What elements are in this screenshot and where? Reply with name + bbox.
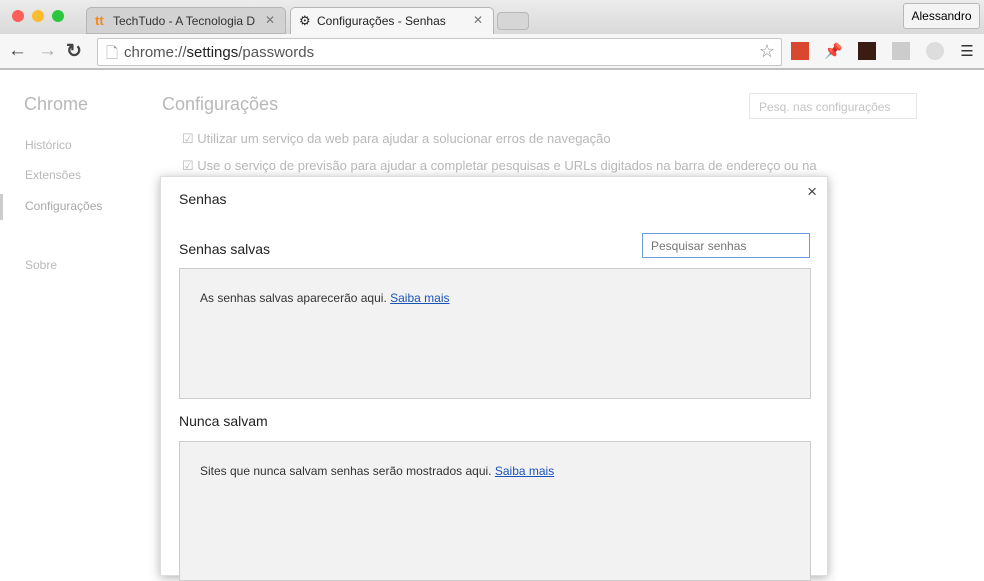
learn-more-link[interactable]: Saiba mais [390,291,449,305]
new-tab-button[interactable] [497,12,529,30]
never-saved-list: Sites que nunca salvam senhas serão most… [179,441,811,581]
minimize-window-button[interactable] [32,10,44,22]
page-icon: 🗋 [106,45,119,62]
profile-button[interactable]: Alessandro [903,3,980,29]
tab-label: Configurações - Senhas [317,14,446,28]
extension-icon[interactable] [892,42,910,60]
address-bar[interactable]: 🗋 chrome://settings/passwords ☆ [97,38,782,66]
option-row[interactable]: ☑ Utilizar um serviço da web para ajudar… [182,131,611,147]
learn-more-link[interactable]: Saiba mais [495,464,554,478]
close-window-button[interactable] [12,10,24,22]
settings-search-input[interactable]: Pesq. nas configurações [749,93,917,119]
extension-icon[interactable] [791,42,809,60]
password-search-input[interactable] [642,233,810,258]
sidebar-item-extensions[interactable]: Extensões [25,168,81,182]
title-bar: tt TechTudo - A Tecnologia D ✕ ⚙ Configuraç… [0,0,984,34]
menu-icon[interactable]: ☰ [958,42,976,60]
back-icon[interactable]: ← [8,40,27,62]
sidebar-item-settings[interactable]: Configurações [25,199,102,213]
tab-settings[interactable]: ⚙ Configurações - Senhas ✕ [290,7,494,34]
url-prefix: chrome:// [124,44,187,61]
sidebar-item-history[interactable]: Histórico [25,138,72,152]
saved-passwords-list: As senhas salvas aparecerão aqui. Saiba … [179,268,811,399]
extension-icon[interactable] [858,42,876,60]
close-tab-icon[interactable]: ✕ [265,13,275,27]
sidebar-item-about[interactable]: Sobre [25,258,57,272]
star-icon[interactable]: ☆ [759,41,775,62]
page-title: Configurações [162,94,279,114]
never-saved-heading: Nunca salvam [179,413,268,429]
url-host: settings [186,44,239,61]
reload-icon[interactable]: ↻ [66,40,82,63]
extension-icon[interactable] [926,42,944,60]
never-empty-text: Sites que nunca salvam senhas serão most… [200,464,492,478]
option-row[interactable]: ☑ Use o serviço de previsão para ajudar … [182,158,817,174]
tab-techtudo[interactable]: tt TechTudo - A Tecnologia D ✕ [86,7,286,34]
dialog-title: Senhas [179,191,227,207]
close-tab-icon[interactable]: ✕ [473,13,483,27]
passwords-dialog: Senhas × Senhas salvas As senhas salvas … [160,176,828,581]
option-label: Utilizar um serviço da web para ajudar a… [197,131,611,146]
maximize-window-button[interactable] [52,10,64,22]
url-path: /passwords [238,44,315,61]
saved-passwords-heading: Senhas salvas [179,241,271,257]
tab-label: TechTudo - A Tecnologia D [113,14,256,28]
forward-icon[interactable]: → [38,40,57,62]
active-indicator [0,194,3,220]
option-label: Use o serviço de previsão para ajudar a … [197,158,817,173]
gear-icon: ⚙ [299,13,311,28]
techtudo-icon: tt [95,13,104,28]
sidebar-title: Chrome [24,94,89,114]
pin-icon[interactable]: 📌 [824,42,843,60]
toolbar: ← → ↻ 🗋 chrome://settings/passwords ☆ 📌 … [0,34,984,70]
close-icon[interactable]: × [807,182,817,202]
saved-empty-text: As senhas salvas aparecerão aqui. [200,291,387,305]
